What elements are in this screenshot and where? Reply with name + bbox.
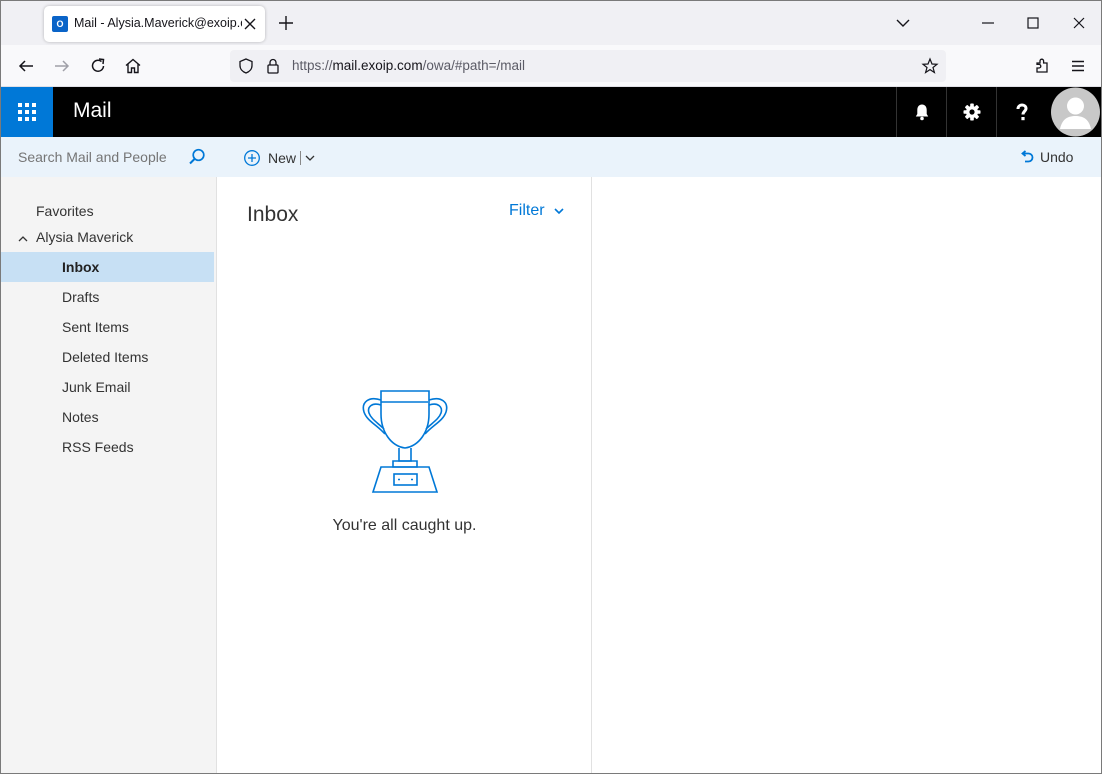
search-icon[interactable] (188, 148, 206, 166)
folder-label: Inbox (62, 259, 100, 275)
folder-notes[interactable]: Notes (1, 402, 214, 432)
app-launcher-button[interactable] (1, 87, 53, 137)
account-avatar-button[interactable] (1050, 87, 1101, 137)
owa-header: Mail (1, 87, 1101, 137)
menu-icon[interactable] (1068, 56, 1088, 76)
tracking-protection-shield-icon[interactable] (237, 57, 255, 75)
folder-pane: Favorites Alysia Maverick Inbox Drafts S… (1, 177, 217, 773)
folder-title: Inbox (247, 203, 299, 226)
folder-deleted-items[interactable]: Deleted Items (1, 342, 214, 372)
undo-icon (1021, 150, 1034, 163)
new-divider (300, 151, 302, 165)
reload-icon[interactable] (88, 56, 108, 76)
folder-label: RSS Feeds (62, 439, 134, 455)
home-icon[interactable] (123, 56, 143, 76)
bell-icon (915, 104, 929, 121)
folder-label: Sent Items (62, 319, 129, 335)
help-question-icon (1016, 103, 1028, 121)
extensions-icon[interactable] (1032, 56, 1052, 76)
help-button[interactable] (996, 87, 1046, 137)
avatar-icon (1051, 87, 1100, 137)
bookmark-star-icon[interactable] (921, 57, 939, 75)
address-bar[interactable]: https://mail.exoip.com/owa/#path=/mail (230, 50, 946, 82)
folder-junk-email[interactable]: Junk Email (1, 372, 214, 402)
lock-icon[interactable] (265, 57, 281, 75)
folder-label: Drafts (62, 289, 100, 305)
forward-icon[interactable] (52, 56, 72, 76)
folder-inbox[interactable]: Inbox (1, 252, 214, 282)
folder-sent-items[interactable]: Sent Items (1, 312, 214, 342)
close-window-icon[interactable] (1069, 13, 1089, 33)
account-folder-header[interactable]: Alysia Maverick (1, 229, 217, 251)
trophy-icon (362, 390, 448, 493)
back-icon[interactable] (16, 56, 36, 76)
outlook-favicon-icon: O (52, 16, 68, 32)
navigation-bar: https://mail.exoip.com/owa/#path=/mail (1, 45, 1101, 87)
command-bar: New Undo (217, 137, 1101, 177)
app-title: Mail (73, 99, 112, 122)
folder-drafts[interactable]: Drafts (1, 282, 214, 312)
undo-button[interactable]: Undo (1020, 149, 1073, 165)
url-text[interactable]: https://mail.exoip.com/owa/#path=/mail (292, 58, 525, 73)
url-scheme: https:// (292, 58, 333, 73)
filter-button[interactable]: Filter (509, 202, 565, 220)
favorites-header[interactable]: Favorites (36, 203, 94, 219)
list-all-tabs-icon[interactable] (893, 13, 913, 33)
waffle-icon (18, 103, 36, 121)
folder-rss-feeds[interactable]: RSS Feeds (1, 432, 214, 462)
minimize-icon[interactable] (978, 13, 998, 33)
new-label: New (268, 150, 297, 166)
browser-tab[interactable]: O Mail - Alysia.Maverick@exoip.com (44, 6, 265, 42)
tab-strip: O Mail - Alysia.Maverick@exoip.com (1, 1, 1101, 45)
browser-window: O Mail - Alysia.Maverick@exoip.com (0, 0, 1102, 774)
add-circle-icon (244, 150, 260, 166)
reading-pane (592, 177, 1101, 773)
chevron-up-icon[interactable] (17, 233, 29, 245)
message-list: Inbox Filter You're all caught up. (217, 177, 592, 773)
notifications-button[interactable] (896, 87, 946, 137)
tab-title: Mail - Alysia.Maverick@exoip.com (74, 16, 242, 30)
search-box (1, 137, 217, 177)
maximize-icon[interactable] (1023, 13, 1043, 33)
empty-state-message: You're all caught up. (332, 517, 477, 534)
close-tab-icon[interactable] (241, 15, 259, 33)
account-label: Alysia Maverick (36, 229, 134, 245)
folder-label: Notes (62, 409, 99, 425)
new-tab-icon[interactable] (277, 14, 295, 32)
filter-label: Filter (509, 202, 545, 219)
folder-label: Junk Email (62, 379, 131, 395)
chevron-down-icon (553, 208, 564, 215)
folder-label: Deleted Items (62, 349, 149, 365)
search-input[interactable] (18, 149, 188, 165)
url-path: /owa/#path=/mail (422, 58, 525, 73)
settings-button[interactable] (946, 87, 996, 137)
chevron-down-icon[interactable] (305, 153, 315, 163)
new-message-button[interactable]: New (243, 147, 315, 169)
undo-label: Undo (1040, 149, 1074, 165)
url-host: mail.exoip.com (332, 58, 423, 73)
gear-icon (963, 103, 981, 121)
